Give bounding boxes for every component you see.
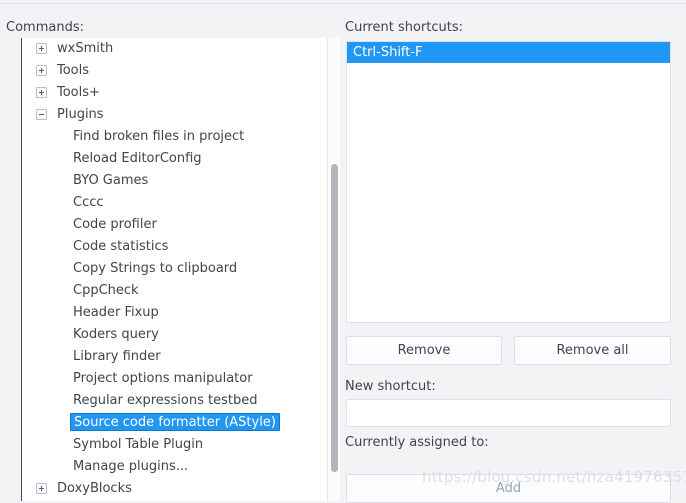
tree-item-label: Code profiler [73,217,157,232]
commands-tree-scrollbar[interactable] [327,38,340,501]
tree-item-label: Reload EditorConfig [73,151,202,166]
tree-row[interactable]: wxSmith [22,38,340,60]
commands-label: Commands: [6,20,84,35]
top-divider [0,3,686,4]
commands-pane: Commands: wxSmith Tools Tools+ Plugins Find … [0,8,340,501]
tree-row[interactable]: Project options manipulator [22,368,340,390]
tree-row[interactable]: Source code formatter (AStyle) [22,412,340,434]
add-button[interactable]: Add [346,474,671,503]
tree-item-label: Tools+ [57,85,100,100]
tree-item-label: Plugins [57,107,104,122]
tree-item-label: Tools [57,63,90,78]
tree-row[interactable]: Symbol Table Plugin [22,434,340,456]
tree-item-label: CppCheck [73,283,139,298]
tree-row[interactable]: Regular expressions testbed [22,390,340,412]
scrollbar-thumb[interactable] [331,164,338,472]
tree-row[interactable]: Code profiler [22,214,340,236]
tree-row[interactable]: Koders query [22,324,340,346]
new-shortcut-label: New shortcut: [345,379,436,394]
shortcut-list-item[interactable]: Ctrl-Shift-F [347,42,670,63]
commands-tree[interactable]: wxSmith Tools Tools+ Plugins Find broken fil… [21,38,340,501]
tree-item-label: wxSmith [57,41,114,56]
tree-row[interactable]: Find broken files in project [22,126,340,148]
new-shortcut-input[interactable] [346,399,671,427]
tree-row[interactable]: Reload EditorConfig [22,148,340,170]
tree-item-label: Koders query [73,327,159,342]
remove-button[interactable]: Remove [346,336,502,365]
current-shortcuts-label: Current shortcuts: [345,20,464,35]
shortcuts-pane: Current shortcuts: Ctrl-Shift-F Remove R… [341,8,686,503]
tree-row[interactable]: Plugins [22,104,340,126]
tree-row[interactable]: CppCheck [22,280,340,302]
keyboard-shortcuts-dialog: Commands: wxSmith Tools Tools+ Plugins Find … [0,0,686,503]
tree-row[interactable]: Tools+ [22,82,340,104]
tree-item-label: Cccc [73,195,104,210]
tree-row[interactable]: Code statistics [22,236,340,258]
tree-item-label: Project options manipulator [73,371,253,386]
tree-row[interactable]: Tools [22,60,340,82]
tree-item-label: Copy Strings to clipboard [73,261,238,276]
collapse-minus-icon[interactable] [36,109,47,120]
expand-plus-icon[interactable] [36,87,47,98]
tree-item-label: Symbol Table Plugin [73,437,204,452]
tree-item-label: Source code formatter (AStyle) [70,413,280,431]
tree-item-label: DoxyBlocks [57,481,132,496]
tree-row[interactable]: Manage plugins... [22,456,340,478]
expand-plus-icon[interactable] [36,43,47,54]
currently-assigned-label: Currently assigned to: [345,435,489,450]
tree-item-label: BYO Games [73,173,149,188]
tree-row[interactable]: Copy Strings to clipboard [22,258,340,280]
tree-row[interactable]: Cccc [22,192,340,214]
tree-row[interactable]: Header Fixup [22,302,340,324]
expand-plus-icon[interactable] [36,483,47,494]
tree-item-label: Manage plugins... [73,459,189,474]
tree-row[interactable]: Library finder [22,346,340,368]
tree-item-label: Regular expressions testbed [73,393,258,408]
remove-all-button[interactable]: Remove all [514,336,671,365]
current-shortcuts-list[interactable]: Ctrl-Shift-F [346,41,671,323]
commands-tree-list: wxSmith Tools Tools+ Plugins Find broken fil… [22,38,340,501]
tree-item-label: Library finder [73,349,161,364]
tree-row[interactable]: DoxyBlocks [22,478,340,500]
shortcut-buttons-row: Remove Remove all [346,336,671,365]
tree-item-label: Find broken files in project [73,129,245,144]
tree-item-label: Code statistics [73,239,169,254]
tree-row[interactable]: BYO Games [22,170,340,192]
tree-item-label: Header Fixup [73,305,159,320]
expand-plus-icon[interactable] [36,65,47,76]
